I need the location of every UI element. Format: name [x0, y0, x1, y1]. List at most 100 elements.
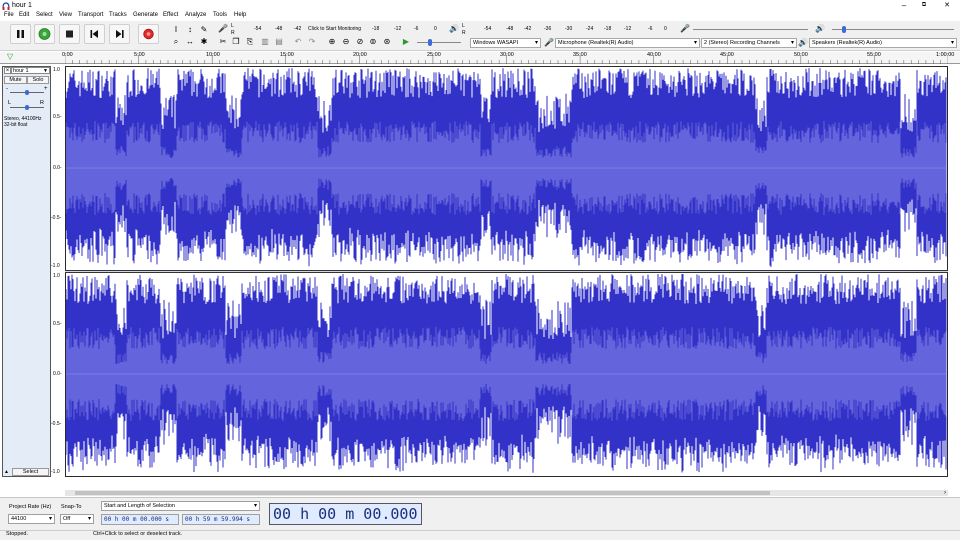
collapse-track-icon[interactable]: ▲ [4, 469, 9, 475]
recording-channels-select[interactable]: 2 (Stereo) Recording Channels [701, 38, 797, 48]
ruler-label: 5:00 [134, 52, 145, 58]
rec-tick: -6 [414, 26, 419, 32]
record-volume-icon: 🎤 [680, 24, 690, 33]
fit-selection-icon[interactable]: ⊘ [355, 37, 365, 47]
scale-label: -0.5- [51, 215, 62, 221]
vertical-scale [51, 66, 65, 477]
rec-tick: -54 [254, 26, 262, 32]
pause-button[interactable] [10, 24, 31, 44]
selection-mode-select[interactable]: Start and Length of Selection [101, 501, 260, 511]
status-hint: Ctrl+Click to select or deselect track. [93, 531, 183, 537]
envelope-tool-icon[interactable]: ↕ [185, 25, 195, 35]
pause-icon [17, 30, 24, 38]
close-button[interactable]: ✕ [937, 0, 957, 11]
menu-generate[interactable]: Generate [133, 12, 158, 18]
record-volume-slider[interactable] [693, 29, 808, 30]
skip-to-start-button[interactable] [84, 24, 105, 44]
timeline-options-icon[interactable]: ▽ [7, 52, 13, 61]
trim-icon[interactable]: ▥ [260, 37, 270, 47]
skip-to-end-button[interactable] [109, 24, 130, 44]
ruler-label: 10:00 [206, 52, 220, 58]
playback-volume-slider[interactable] [832, 29, 954, 30]
play-speed-slider[interactable] [417, 42, 461, 43]
play-tick: -48 [506, 26, 514, 32]
scroll-right-icon[interactable]: › [944, 490, 946, 496]
playback-volume-icon: 🔊 [815, 24, 825, 33]
selection-tool-icon[interactable]: I [171, 25, 181, 35]
play-speed-thumb[interactable] [428, 39, 432, 46]
ruler-label: 15:00 [280, 52, 294, 58]
record-button[interactable] [138, 24, 159, 44]
cut-icon[interactable]: ✂ [218, 37, 228, 47]
menu-help[interactable]: Help [234, 12, 246, 18]
project-rate-select[interactable]: 44100 [8, 514, 55, 524]
scale-label: 0.0- [53, 165, 62, 171]
snap-to-select[interactable]: Off [60, 514, 94, 524]
start-monitoring-label[interactable]: Click to Start Monitoring [308, 26, 361, 32]
timeshift-tool-icon[interactable]: ↔ [185, 37, 195, 47]
audio-position-display[interactable]: 00 h 00 m 00.000 s [269, 503, 422, 540]
zoom-in-icon[interactable]: ⊕ [327, 37, 337, 47]
copy-icon[interactable]: ❐ [231, 37, 241, 47]
playback-volume-thumb[interactable] [842, 26, 846, 33]
zoom-toggle-icon[interactable]: ⊛ [382, 37, 392, 47]
menu-tools[interactable]: Tools [213, 12, 227, 18]
horizontal-scroll-thumb[interactable] [75, 491, 770, 495]
fit-project-icon[interactable]: ⊚ [368, 37, 378, 47]
play-button[interactable] [34, 24, 55, 44]
project-rate-label: Project Rate (Hz) [9, 504, 52, 510]
draw-tool-icon[interactable]: ✎ [199, 25, 209, 35]
scale-label: 1.0 [53, 273, 60, 279]
skip-start-icon [90, 30, 98, 38]
play-meter-l-label: L [462, 23, 465, 29]
ruler-label: 25:00 [427, 52, 441, 58]
minimize-button[interactable]: – [894, 0, 914, 11]
menu-tracks[interactable]: Tracks [109, 12, 127, 18]
audio-host-select[interactable]: Windows WASAPI [470, 38, 541, 48]
play-at-speed-icon[interactable]: ▶ [401, 37, 411, 47]
menu-select[interactable]: Select [36, 12, 53, 18]
menu-view[interactable]: View [59, 12, 72, 18]
rec-tick: -48 [275, 26, 283, 32]
select-track-button[interactable]: Select [12, 468, 49, 476]
stop-icon [66, 30, 73, 38]
multi-tool-icon[interactable]: ✱ [199, 37, 209, 47]
scale-label: -1.0 [51, 263, 60, 269]
track-close-button[interactable]: × [4, 67, 11, 74]
undo-icon[interactable]: ↶ [293, 37, 303, 47]
playback-device-select[interactable]: Speakers (Realtek(R) Audio) [809, 38, 957, 48]
menu-file[interactable]: File [4, 12, 14, 18]
pan-right-label: R [40, 100, 44, 106]
menu-transport[interactable]: Transport [78, 12, 103, 18]
menu-effect[interactable]: Effect [163, 12, 178, 18]
play-tick: -6 [648, 26, 653, 32]
pan-slider-thumb[interactable] [25, 105, 29, 110]
mute-button[interactable]: Mute [4, 76, 27, 84]
gain-slider-thumb[interactable] [25, 90, 29, 95]
audacity-logo-icon [2, 2, 10, 10]
zoom-out-icon[interactable]: ⊖ [341, 37, 351, 47]
play-tick: -42 [524, 26, 532, 32]
redo-icon[interactable]: ↷ [307, 37, 317, 47]
solo-button[interactable]: Solo [27, 76, 49, 84]
pan-left-label: L [8, 100, 12, 106]
stop-button[interactable] [59, 24, 80, 44]
track-format-depth: 32-bit float [4, 122, 28, 128]
skip-end-icon [116, 30, 124, 38]
play-tick: -54 [484, 26, 492, 32]
selection-start-field[interactable]: 00 h 00 m 00.000 s [101, 514, 179, 525]
play-tick: -30 [565, 26, 573, 32]
ruler-label: 0:00 [62, 52, 73, 58]
recording-device-select[interactable]: Microphone (Realtek(R) Audio) [555, 38, 700, 48]
menu-edit[interactable]: Edit [19, 12, 29, 18]
meter-r-label: R [231, 30, 235, 36]
zoom-tool-icon[interactable]: ⌕ [171, 37, 181, 47]
paste-icon[interactable]: ⎘ [245, 37, 255, 47]
play-tick: 0 [664, 26, 667, 32]
track-name-menu[interactable]: hour 1 ▼ [11, 67, 50, 74]
ruler-label: 35:00 [573, 52, 587, 58]
restore-button[interactable]: ⧉ [914, 0, 934, 11]
silence-icon[interactable]: ▤ [274, 37, 284, 47]
selection-length-field[interactable]: 00 h 59 m 59.994 s [182, 514, 260, 525]
menu-analyze[interactable]: Analyze [185, 12, 206, 18]
